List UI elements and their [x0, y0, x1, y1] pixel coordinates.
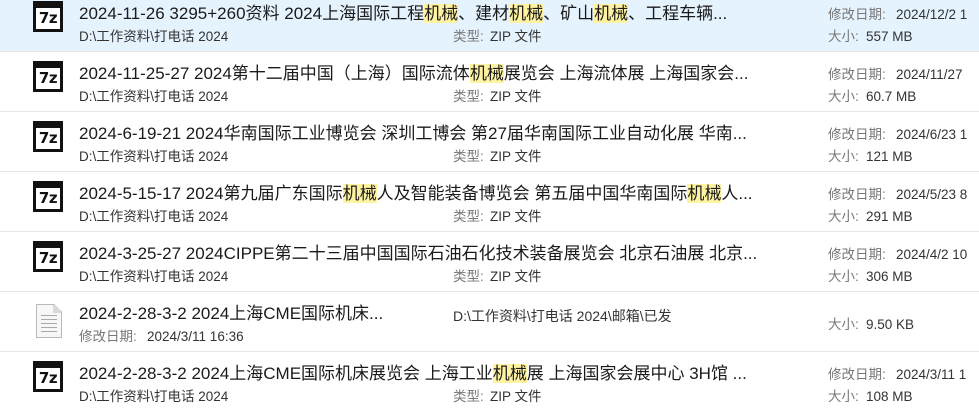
title-text: 展 上海国家会展中心 3H馆 ...: [526, 364, 747, 383]
title-text: 人...: [721, 184, 753, 203]
result-title: 2024-11-26 3295+260资料 2024上海国际工程机械、建材机械、…: [79, 3, 727, 25]
result-row-1[interactable]: 7z 2024-11-26 3295+260资料 2024上海国际工程机械、建材…: [0, 0, 979, 52]
title-text: 、矿山: [543, 4, 595, 23]
result-path: D:\工作资料\打电话 2024\邮箱\已发: [453, 308, 672, 324]
7z-archive-icon: 7z: [31, 361, 67, 398]
7z-archive-icon: 7z: [31, 241, 67, 278]
document-icon: [31, 302, 67, 338]
result-title: 2024-11-25-27 2024第十二届中国（上海）国际流体机械展览会 上海…: [79, 63, 748, 85]
size-value: 121 MB: [866, 149, 913, 164]
title-text: 2024-3-25-27 2024CIPPE第二十三届中国国际石油石化技术装备展…: [79, 244, 758, 263]
type-value: ZIP 文件: [490, 89, 542, 104]
size-value: 291 MB: [866, 209, 913, 224]
title-text: 、建材: [458, 4, 510, 23]
size-label: 大小:: [828, 29, 859, 44]
modified-value: 2024/12/2 1: [896, 7, 968, 22]
result-title: 2024-5-15-17 2024第九届广东国际机械人及智能装备博览会 第五届中…: [79, 183, 753, 205]
type-label: 类型:: [453, 29, 484, 44]
modified-value: 2024/3/11 16:36: [147, 329, 244, 344]
result-path: D:\工作资料\打电话 2024: [79, 209, 229, 224]
modified-label: 修改日期:: [828, 127, 886, 142]
result-title: 2024-2-28-3-2 2024上海CME国际机床...: [79, 303, 439, 325]
title-text: 2024-2-28-3-2 2024上海CME国际机床...: [79, 304, 384, 323]
title-highlight: 机械: [469, 64, 504, 83]
type-label: 类型:: [453, 209, 484, 224]
7z-archive-icon: 7z: [31, 61, 67, 98]
modified-label: 修改日期:: [79, 329, 137, 344]
size-label: 大小:: [828, 149, 859, 164]
title-text: 展览会 上海流体展 上海国家会...: [503, 64, 749, 83]
result-title: 2024-6-19-21 2024华南国际工业博览会 深圳工博会 第27届华南国…: [79, 123, 747, 145]
result-row-4[interactable]: 7z 2024-5-15-17 2024第九届广东国际机械人及智能装备博览会 第…: [0, 172, 979, 232]
title-text: 2024-11-25-27 2024第十二届中国（上海）国际流体: [79, 64, 470, 83]
search-results-list: 7z 2024-11-26 3295+260资料 2024上海国际工程机械、建材…: [0, 0, 979, 416]
result-row-3[interactable]: 7z 2024-6-19-21 2024华南国际工业博览会 深圳工博会 第27届…: [0, 112, 979, 172]
result-row-7[interactable]: 7z 2024-2-28-3-2 2024上海CME国际机床展览会 上海工业机械…: [0, 352, 979, 412]
title-text: 2024-5-15-17 2024第九届广东国际: [79, 184, 343, 203]
title-highlight: 机械: [594, 4, 629, 23]
modified-label: 修改日期:: [828, 247, 886, 262]
size-label: 大小:: [828, 389, 859, 404]
title-highlight: 机械: [424, 4, 459, 23]
size-label: 大小:: [828, 317, 859, 332]
modified-value: 2024/11/27: [896, 67, 963, 82]
type-value: ZIP 文件: [490, 269, 542, 284]
type-label: 类型:: [453, 269, 484, 284]
result-title: 2024-3-25-27 2024CIPPE第二十三届中国国际石油石化技术装备展…: [79, 243, 757, 265]
result-row-2[interactable]: 7z 2024-11-25-27 2024第十二届中国（上海）国际流体机械展览会…: [0, 52, 979, 112]
type-value: ZIP 文件: [490, 149, 542, 164]
modified-value: 2024/5/23 8: [896, 187, 968, 202]
result-path: D:\工作资料\打电话 2024: [79, 89, 229, 104]
result-row-5[interactable]: 7z 2024-3-25-27 2024CIPPE第二十三届中国国际石油石化技术…: [0, 232, 979, 292]
type-value: ZIP 文件: [490, 209, 542, 224]
modified-value: 2024/6/23 1: [896, 127, 968, 142]
type-label: 类型:: [453, 89, 484, 104]
result-row-6[interactable]: 2024-2-28-3-2 2024上海CME国际机床... D:\工作资料\打…: [0, 292, 979, 352]
modified-label: 修改日期:: [828, 367, 886, 382]
size-label: 大小:: [828, 209, 859, 224]
title-highlight: 机械: [509, 4, 544, 23]
modified-label: 修改日期:: [828, 187, 886, 202]
size-value: 557 MB: [866, 29, 913, 44]
result-path: D:\工作资料\打电话 2024: [79, 149, 229, 164]
size-value: 306 MB: [866, 269, 913, 284]
title-highlight: 机械: [492, 364, 527, 383]
size-label: 大小:: [828, 269, 859, 284]
size-value: 60.7 MB: [866, 89, 917, 104]
result-title: 2024-2-28-3-2 2024上海CME国际机床展览会 上海工业机械展 上…: [79, 363, 747, 385]
size-value: 108 MB: [866, 389, 913, 404]
title-text: 2024-6-19-21 2024华南国际工业博览会 深圳工博会 第27届华南国…: [79, 124, 747, 143]
title-highlight: 机械: [687, 184, 722, 203]
modified-label: 修改日期:: [828, 7, 886, 22]
type-value: ZIP 文件: [490, 29, 542, 44]
modified-value: 2024/3/11 1: [896, 367, 967, 382]
7z-archive-icon: 7z: [31, 181, 67, 218]
type-label: 类型:: [453, 389, 484, 404]
title-text: 2024-2-28-3-2 2024上海CME国际机床展览会 上海工业: [79, 364, 493, 383]
type-value: ZIP 文件: [490, 389, 542, 404]
modified-label: 修改日期:: [828, 67, 886, 82]
title-text: 2024-11-26 3295+260资料 2024上海国际工程: [79, 4, 425, 23]
result-path: D:\工作资料\打电话 2024: [79, 269, 229, 284]
title-text: 人及智能装备博览会 第五届中国华南国际: [376, 184, 688, 203]
size-label: 大小:: [828, 89, 859, 104]
7z-archive-icon: 7z: [31, 1, 67, 38]
result-path: D:\工作资料\打电话 2024: [79, 389, 229, 404]
title-highlight: 机械: [342, 184, 377, 203]
type-label: 类型:: [453, 149, 484, 164]
7z-archive-icon: 7z: [31, 121, 67, 158]
modified-value: 2024/4/2 10: [896, 247, 968, 262]
result-path: D:\工作资料\打电话 2024: [79, 29, 229, 44]
title-text: 、工程车辆...: [628, 4, 728, 23]
size-value: 9.50 KB: [866, 317, 915, 332]
